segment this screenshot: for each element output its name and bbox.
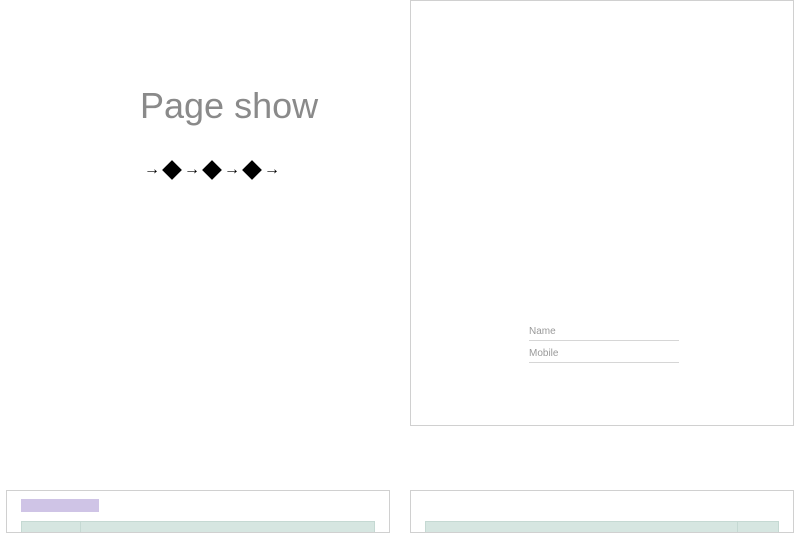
arrow-right-icon: → (144, 162, 160, 178)
diamond-icon (242, 160, 262, 180)
arrow-right-icon: → (184, 162, 200, 178)
column-divider (737, 522, 738, 532)
ornament-divider: → → → → (144, 162, 280, 178)
page-preview-bottom-left (6, 490, 390, 533)
page-preview-top-right: Name Mobile (410, 0, 794, 426)
form-fields: Name Mobile (529, 323, 679, 367)
diamond-icon (162, 160, 182, 180)
heading-highlight (21, 499, 99, 512)
column-divider (80, 522, 81, 532)
arrow-right-icon: → (224, 162, 240, 178)
field-row-mobile: Mobile (529, 345, 679, 363)
field-label: Name (529, 326, 571, 337)
field-label: Mobile (529, 348, 571, 359)
arrow-right-icon: → (264, 162, 280, 178)
table-header-band (21, 521, 375, 533)
page-preview-bottom-right (410, 490, 794, 533)
title-area: Page show (140, 85, 318, 127)
page-title: Page show (140, 85, 318, 127)
table-header-band (425, 521, 779, 533)
field-row-name: Name (529, 323, 679, 341)
diamond-icon (202, 160, 222, 180)
